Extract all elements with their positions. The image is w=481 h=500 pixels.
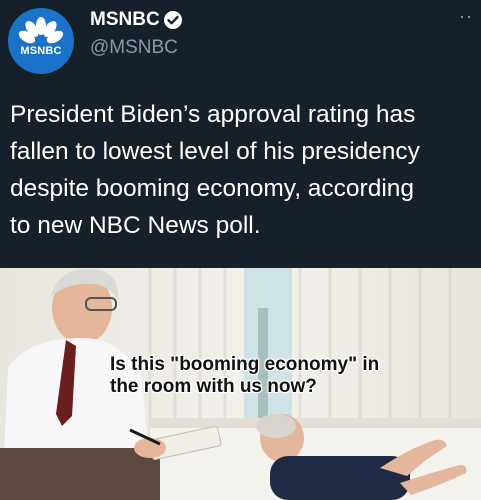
avatar[interactable]: MSNBC [8,8,74,74]
avatar-logo-text: MSNBC [20,45,62,57]
meme-caption: Is this "booming economy" in the room wi… [110,354,380,397]
tweet-card: MSNBC MSNBC @MSNBC ·· President Biden’s … [0,0,481,268]
display-name[interactable]: MSNBC [90,8,160,32]
verified-badge-icon [164,11,182,29]
user-handle[interactable]: @MSNBC [90,36,178,60]
more-options-icon[interactable]: ·· [459,6,473,27]
peacock-logo-icon [18,17,64,44]
tweet-text: President Biden’s approval rating has fa… [10,101,420,239]
